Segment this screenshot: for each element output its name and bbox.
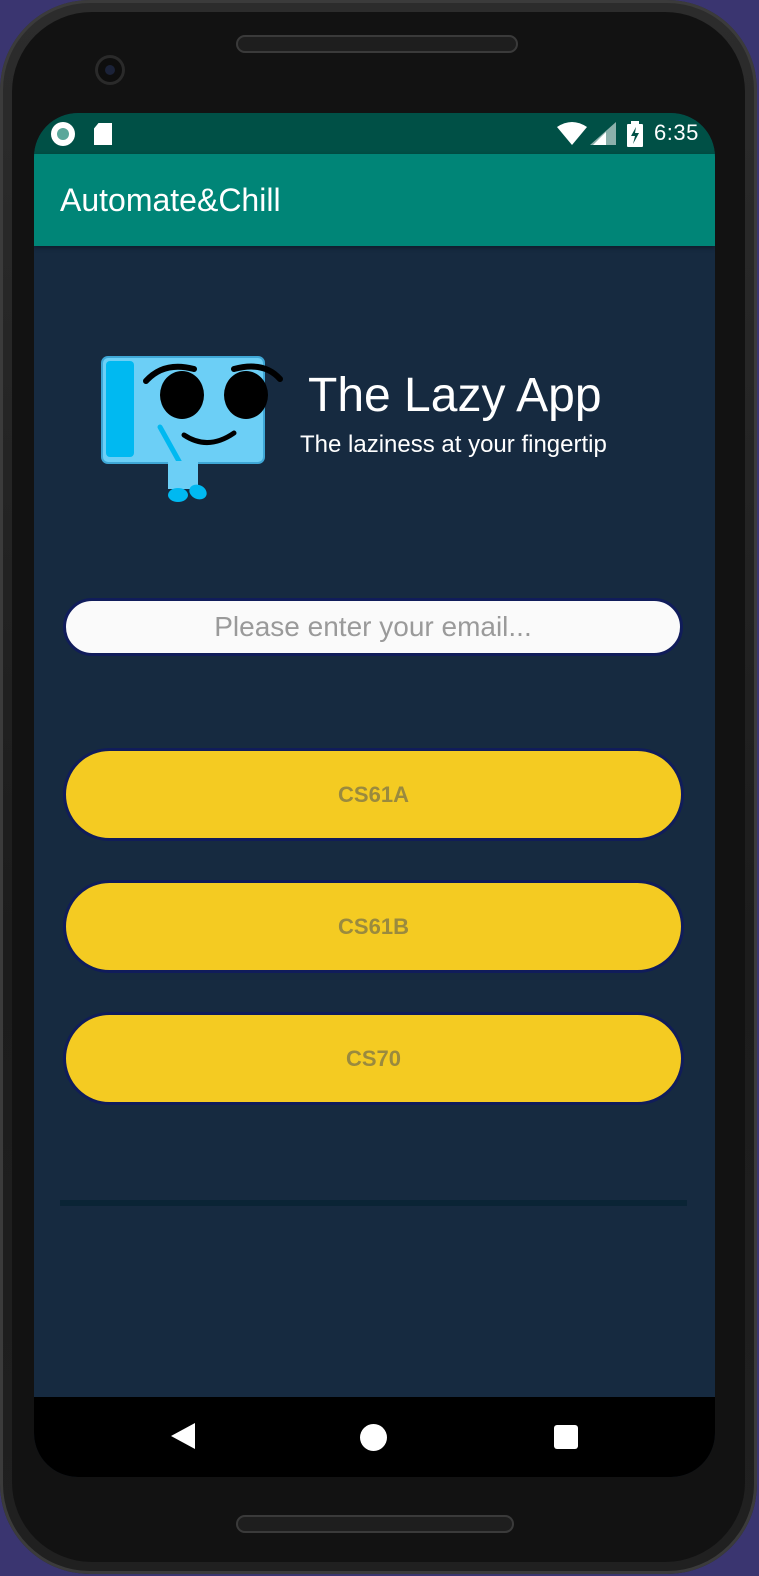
lazy-mascot-icon [101, 356, 283, 502]
bottom-speaker [236, 1515, 514, 1533]
battery-charging-icon [627, 121, 643, 147]
course-button-cs61a[interactable]: CS61A [63, 748, 684, 841]
hero-title: The Lazy App [308, 369, 602, 422]
divider [60, 1200, 687, 1206]
app-title: Automate&Chill [60, 182, 281, 218]
notification-dot-icon [51, 122, 75, 146]
course-button-label: CS61B [338, 913, 409, 939]
sd-card-icon [94, 123, 112, 145]
course-button-label: CS61A [338, 781, 409, 807]
back-icon[interactable] [171, 1423, 195, 1449]
hero-subtitle: The laziness at your fingertip [300, 431, 607, 458]
status-time: 6:35 [654, 120, 699, 145]
course-button-label: CS70 [345, 1045, 402, 1071]
wifi-icon [557, 122, 587, 145]
phone-frame: 6:35 Automate&Chill The Lazy App The laz… [0, 0, 757, 1574]
system-nav-bar [34, 1397, 715, 1477]
email-field[interactable] [63, 598, 683, 656]
top-speaker [236, 35, 518, 53]
app-bar: Automate&Chill [34, 154, 715, 246]
home-icon[interactable] [360, 1424, 387, 1451]
front-camera [95, 55, 125, 85]
recents-icon[interactable] [554, 1425, 578, 1449]
course-button-cs70[interactable]: CS70 [63, 1012, 684, 1105]
signal-icon [590, 122, 616, 145]
status-bar: 6:35 [34, 113, 715, 154]
screen: 6:35 Automate&Chill The Lazy App The laz… [34, 113, 715, 1477]
course-button-cs61b[interactable]: CS61B [63, 880, 684, 973]
